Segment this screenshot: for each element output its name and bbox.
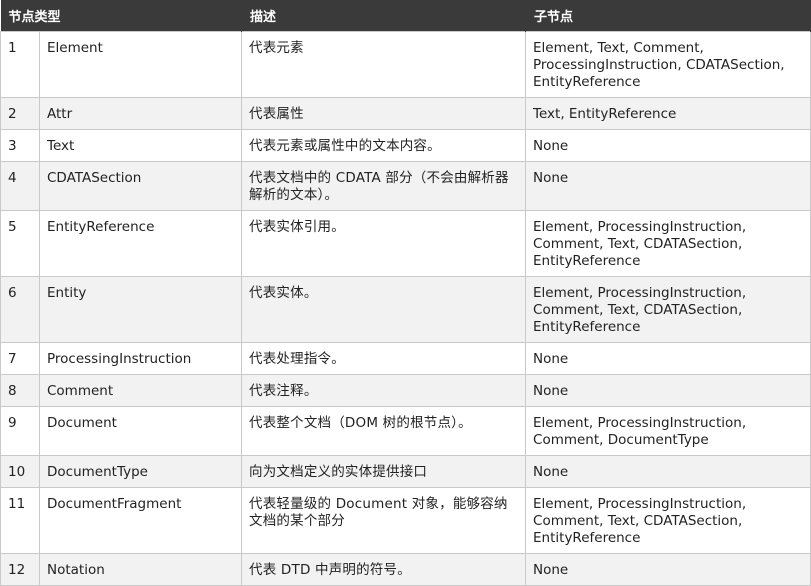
cell-children: Element, ProcessingInstruction, Comment,… [525, 487, 811, 554]
cell-node-type: Document [38, 406, 243, 456]
cell-node-type: Element [38, 31, 243, 98]
cell-children: Element, ProcessingInstruction, Comment,… [525, 210, 811, 277]
table-row: 5 EntityReference 代表实体引用。 Element, Proce… [0, 210, 811, 277]
cell-children: None [525, 374, 811, 407]
cell-children: Text, EntityReference [525, 97, 811, 130]
header-node-type: 节点类型 [0, 0, 243, 32]
table-row: 2 Attr 代表属性 Text, EntityReference [0, 97, 811, 130]
cell-number: 1 [0, 31, 40, 98]
cell-number: 4 [0, 161, 40, 211]
cell-node-type: Entity [38, 276, 243, 343]
cell-node-type: Attr [38, 97, 243, 130]
cell-description: 代表实体引用。 [241, 210, 527, 277]
table-row: 11 DocumentFragment 代表轻量级的 Document 对象，能… [0, 487, 811, 554]
cell-description: 代表 DTD 中声明的符号。 [241, 553, 527, 586]
header-description: 描述 [241, 0, 527, 32]
cell-children: Element, Text, Comment, ProcessingInstru… [525, 31, 811, 98]
table-row: 12 Notation 代表 DTD 中声明的符号。 None [0, 553, 811, 586]
cell-number: 10 [0, 455, 40, 488]
table-header-row: 节点类型 描述 子节点 [0, 0, 811, 32]
cell-node-type: Notation [38, 553, 243, 586]
cell-children: None [525, 129, 811, 162]
cell-node-type: Comment [38, 374, 243, 407]
table-row: 6 Entity 代表实体。 Element, ProcessingInstru… [0, 276, 811, 343]
cell-node-type: DocumentType [38, 455, 243, 488]
cell-description: 代表文档中的 CDATA 部分（不会由解析器解析的文本）。 [241, 161, 527, 211]
cell-number: 9 [0, 406, 40, 456]
cell-node-type: ProcessingInstruction [38, 342, 243, 375]
cell-description: 代表注释。 [241, 374, 527, 407]
node-types-table: 节点类型 描述 子节点 1 Element 代表元素 Element, Text… [0, 0, 811, 586]
cell-node-type: EntityReference [38, 210, 243, 277]
cell-number: 6 [0, 276, 40, 343]
cell-number: 8 [0, 374, 40, 407]
cell-children: None [525, 455, 811, 488]
cell-children: Element, ProcessingInstruction, Comment,… [525, 276, 811, 343]
cell-description: 代表轻量级的 Document 对象，能够容纳文档的某个部分 [241, 487, 527, 554]
cell-children: None [525, 342, 811, 375]
cell-children: None [525, 161, 811, 211]
table-row: 8 Comment 代表注释。 None [0, 374, 811, 407]
cell-description: 代表元素或属性中的文本内容。 [241, 129, 527, 162]
table-row: 1 Element 代表元素 Element, Text, Comment, P… [0, 31, 811, 98]
table-row: 4 CDATASection 代表文档中的 CDATA 部分（不会由解析器解析的… [0, 161, 811, 211]
cell-number: 7 [0, 342, 40, 375]
cell-node-type: Text [38, 129, 243, 162]
cell-children: None [525, 553, 811, 586]
cell-number: 11 [0, 487, 40, 554]
cell-number: 3 [0, 129, 40, 162]
cell-description: 代表整个文档（DOM 树的根节点）。 [241, 406, 527, 456]
cell-number: 5 [0, 210, 40, 277]
table-row: 10 DocumentType 向为文档定义的实体提供接口 None [0, 455, 811, 488]
table-row: 7 ProcessingInstruction 代表处理指令。 None [0, 342, 811, 375]
table-row: 9 Document 代表整个文档（DOM 树的根节点）。 Element, P… [0, 406, 811, 456]
table-row: 3 Text 代表元素或属性中的文本内容。 None [0, 129, 811, 162]
cell-children: Element, ProcessingInstruction, Comment,… [525, 406, 811, 456]
cell-number: 2 [0, 97, 40, 130]
cell-number: 12 [0, 553, 40, 586]
cell-description: 向为文档定义的实体提供接口 [241, 455, 527, 488]
header-children: 子节点 [525, 0, 811, 32]
cell-description: 代表属性 [241, 97, 527, 130]
cell-description: 代表处理指令。 [241, 342, 527, 375]
cell-description: 代表实体。 [241, 276, 527, 343]
cell-node-type: DocumentFragment [38, 487, 243, 554]
cell-description: 代表元素 [241, 31, 527, 98]
cell-node-type: CDATASection [38, 161, 243, 211]
